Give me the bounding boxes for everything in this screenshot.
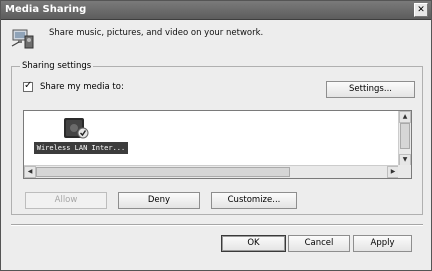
title-bar: Media Sharing ✕	[1, 1, 431, 20]
apply-button[interactable]: Apply	[353, 235, 412, 252]
media-device-icon	[64, 118, 89, 139]
device-label: Wireless LAN Inter...	[34, 142, 128, 154]
arrow-left-icon: ◀	[27, 168, 33, 175]
ok-button[interactable]: OK	[221, 235, 286, 252]
customize-button[interactable]: Customize...	[211, 192, 297, 209]
horizontal-scrollbar[interactable]: ◀ ▶	[24, 165, 411, 178]
vertical-scrollbar[interactable]: ▲ ▼	[398, 111, 411, 166]
scrollbar-corner	[398, 165, 411, 178]
share-media-checkbox-row[interactable]: Share my media to:	[23, 80, 124, 92]
device-list[interactable]: Wireless LAN Inter... ▲ ▼ ◀ ▶	[23, 110, 412, 179]
arrow-up-icon: ▲	[402, 113, 408, 120]
share-media-label: Share my media to:	[40, 82, 124, 92]
scroll-left-button[interactable]: ◀	[24, 166, 36, 178]
arrow-down-icon: ▼	[402, 156, 408, 163]
deny-button[interactable]: Deny	[118, 192, 200, 209]
footer-divider	[11, 224, 423, 226]
vertical-scroll-thumb[interactable]	[400, 123, 410, 149]
media-sharing-dialog: Media Sharing ✕ Share music, pictures, a…	[0, 0, 432, 271]
close-button[interactable]: ✕	[414, 3, 428, 17]
window-title: Media Sharing	[5, 4, 87, 15]
group-label: Sharing settings	[20, 61, 94, 71]
close-icon: ✕	[417, 5, 425, 15]
sharing-settings-group: Sharing settings Share my media to: Sett…	[11, 61, 423, 215]
scroll-up-button[interactable]: ▲	[399, 111, 411, 123]
media-sharing-icon	[11, 29, 34, 49]
arrow-right-icon: ▶	[390, 168, 396, 175]
horizontal-scroll-thumb[interactable]	[36, 167, 290, 177]
share-media-checkbox[interactable]	[23, 80, 33, 92]
header-description: Share music, pictures, and video on your…	[49, 28, 264, 38]
allow-button[interactable]: Allow	[25, 192, 107, 209]
cancel-button[interactable]: Cancel	[288, 235, 350, 252]
settings-button[interactable]: Settings...	[326, 81, 415, 98]
